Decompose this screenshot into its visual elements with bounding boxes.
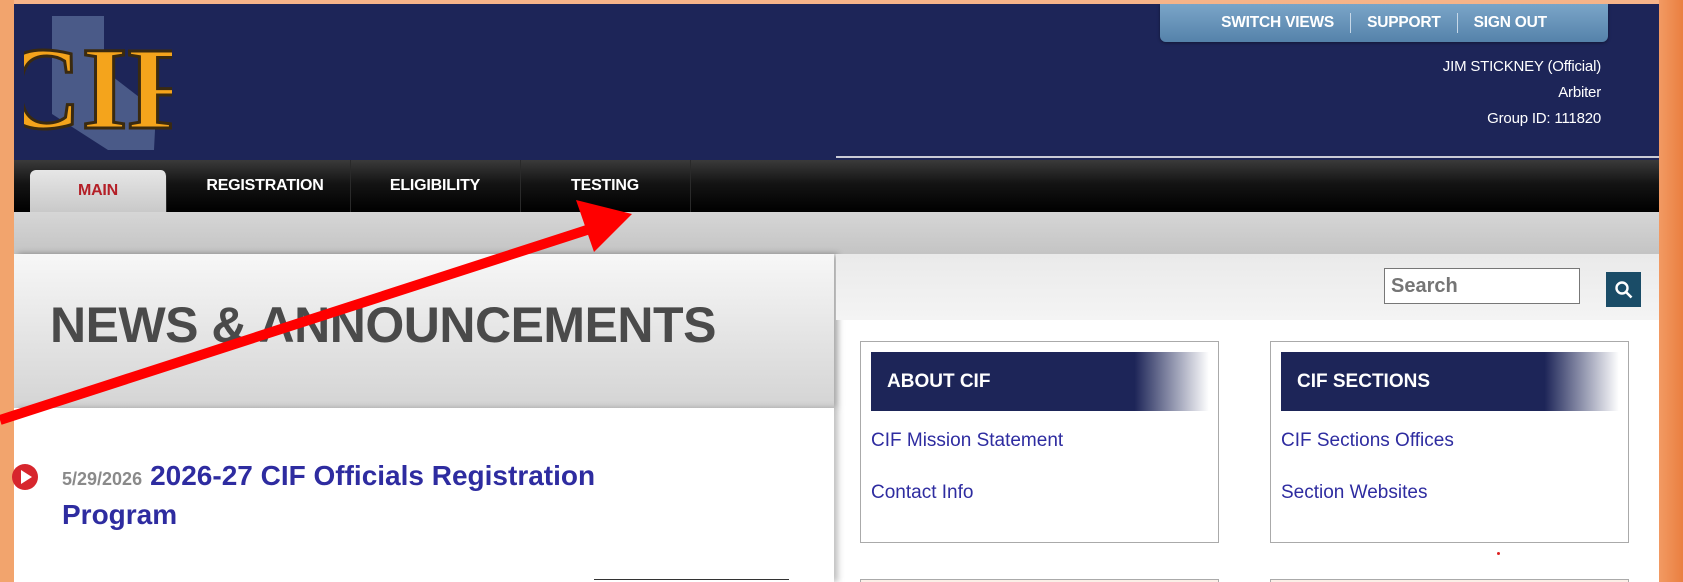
support-link[interactable]: SUPPORT [1351,14,1457,32]
about-cif-box: ABOUT CIF CIF Mission Statement Contact … [860,341,1219,543]
utility-bar: SWITCH VIEWS SUPPORT SIGN OUT [1160,4,1608,42]
group-id: Group ID: 111820 [1487,110,1601,127]
sub-nav-bar [14,212,1659,254]
cif-sections-title: CIF SECTIONS [1281,352,1619,411]
search-button[interactable] [1606,272,1641,307]
sections-offices-link[interactable]: CIF Sections Offices [1281,430,1454,452]
frame-left [0,0,14,582]
user-name: JIM STICKNEY (Official) [1442,58,1601,75]
tab-testing[interactable]: TESTING [520,160,691,212]
stray-dot [1497,552,1500,555]
news-item-link[interactable]: 5/29/2026 2026-27 CIF Officials Registrat… [62,458,702,533]
svg-text:CIF: CIF [24,23,172,154]
header-divider [836,156,1659,158]
search-icon [1614,280,1632,298]
frame-right [1659,0,1683,582]
sign-out-link[interactable]: SIGN OUT [1458,14,1563,32]
play-circle-icon[interactable] [12,464,38,490]
tab-registration[interactable]: REGISTRATION [180,160,351,212]
news-date: 5/29/2026 [62,469,143,489]
main-nav: MAIN REGISTRATION ELIGIBILITY TESTING [14,160,1659,212]
news-heading: NEWS & ANNOUNCEMENTS [50,297,716,353]
switch-views-link[interactable]: SWITCH VIEWS [1205,14,1350,32]
cif-sections-box: CIF SECTIONS CIF Sections Offices Sectio… [1270,341,1629,543]
user-info: JIM STICKNEY (Official) Arbiter Group ID… [1443,54,1601,132]
search-input[interactable] [1384,268,1580,304]
about-cif-title: ABOUT CIF [871,352,1209,411]
cif-logo[interactable]: CIF [24,10,172,156]
mission-statement-link[interactable]: CIF Mission Statement [871,430,1063,452]
section-websites-link[interactable]: Section Websites [1281,482,1427,504]
tab-eligibility[interactable]: ELIGIBILITY [350,160,521,212]
contact-info-link[interactable]: Contact Info [871,482,973,504]
tab-main[interactable]: MAIN [30,170,167,212]
user-role: Arbiter [1558,84,1601,101]
site-header: CIF SWITCH VIEWS SUPPORT SIGN OUT JIM ST… [14,4,1659,160]
